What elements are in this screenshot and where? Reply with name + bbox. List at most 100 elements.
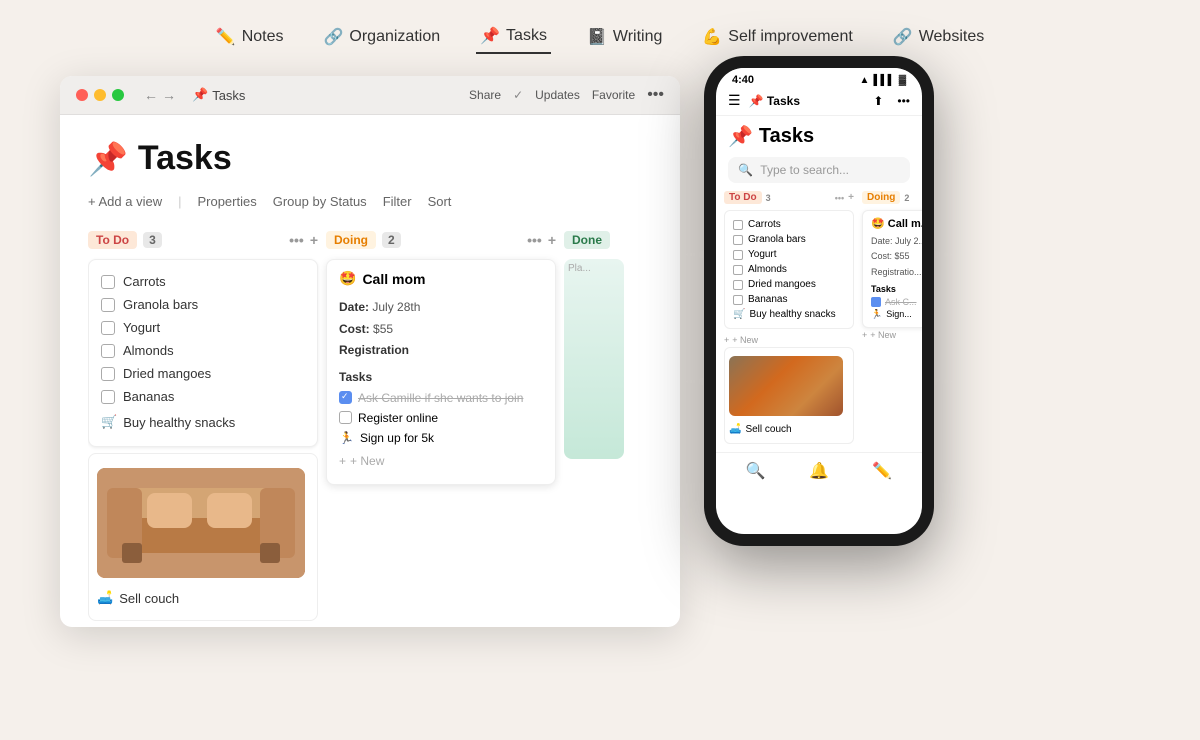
checkbox-carrots[interactable] <box>101 275 115 289</box>
tasks-icon: 📌 <box>480 26 500 46</box>
phone-task-1: Ask C... <box>871 296 922 308</box>
checkbox-bananas[interactable] <box>101 390 115 404</box>
phone-app-title: 📌 Tasks <box>749 94 866 108</box>
desktop-window: ← → 📌 Tasks Share ✓ Updates Favorite •••… <box>60 76 680 627</box>
back-icon[interactable]: ← <box>144 87 158 103</box>
phone-run-emoji: 🏃 <box>871 309 882 320</box>
cost-value: $55 <box>373 322 393 336</box>
task-checkbox-register[interactable] <box>339 411 352 424</box>
phone-cb-dried[interactable] <box>733 280 743 290</box>
checkbox-dried-mangoes[interactable] <box>101 367 115 381</box>
phone-cb-carrots[interactable] <box>733 220 743 230</box>
phone-list-item: Dried mangoes <box>733 277 845 292</box>
todo-text-bananas: Bananas <box>123 389 174 404</box>
phone-search-icon: 🔍 <box>738 163 753 177</box>
phone-cb-almonds[interactable] <box>733 265 743 275</box>
phone-list-item: Bananas <box>733 292 845 307</box>
phone-task-sign: 🏃 Sign... <box>871 308 922 321</box>
list-item: Carrots <box>101 270 305 293</box>
task-checkbox-camille[interactable] <box>339 391 352 404</box>
phone-task-cb-1[interactable] <box>871 297 881 307</box>
phone-statusbar: 4:40 ▲ ▌▌▌ ▓ <box>716 68 922 86</box>
phone-page-title: 📌 Tasks <box>716 116 922 153</box>
phone-tasks-label: Tasks <box>871 284 922 294</box>
phone-bottom-edit-icon[interactable]: ✏️ <box>872 461 892 481</box>
nav-arrows: ← → <box>144 87 176 103</box>
checkbox-almonds[interactable] <box>101 344 115 358</box>
checkbox-yogurt[interactable] <box>101 321 115 335</box>
phone-kanban: To Do 3 ••• + Carrots Granola bars Yogur… <box>716 191 922 448</box>
minimize-button[interactable] <box>94 89 106 101</box>
favorite-button[interactable]: Favorite <box>592 88 635 102</box>
nav-item-tasks[interactable]: 📌 Tasks <box>476 20 551 54</box>
phone-menu-icon[interactable]: ☰ <box>728 92 741 109</box>
filter-button[interactable]: Filter <box>383 194 412 209</box>
todo-col-actions: ••• + <box>289 232 318 248</box>
phone-bottom-search-icon[interactable]: 🔍 <box>746 461 766 481</box>
nav-item-notes[interactable]: ✏️ Notes <box>212 21 288 53</box>
window-titlebar: ← → 📌 Tasks Share ✓ Updates Favorite ••• <box>60 76 680 115</box>
mobile-phone: 4:40 ▲ ▌▌▌ ▓ ☰ 📌 Tasks ⬆ ••• 📌 <box>704 56 934 546</box>
phone-doing-new-btn[interactable]: + + New <box>862 328 922 342</box>
doing-new-button[interactable]: + + New <box>339 448 543 474</box>
todo-column: To Do 3 ••• + Carrots <box>88 231 318 627</box>
nav-label-websites: Websites <box>919 28 985 46</box>
nav-item-websites[interactable]: 🔗 Websites <box>889 21 988 53</box>
phone-todo-add[interactable]: + <box>848 192 854 203</box>
cost-label: Cost: <box>339 322 370 336</box>
checkbox-granola[interactable] <box>101 298 115 312</box>
phone-more-icon[interactable]: ••• <box>897 94 910 108</box>
sort-button[interactable]: Sort <box>428 194 452 209</box>
call-mom-details: Date: July 28th Cost: $55 Registration <box>339 297 543 362</box>
phone-share-icon[interactable]: ⬆ <box>873 94 883 108</box>
call-mom-emoji: 🤩 <box>339 270 356 287</box>
window-actions: Share ✓ Updates Favorite ••• <box>469 86 664 104</box>
nav-item-self-improvement[interactable]: 💪 Self improvement <box>698 21 856 53</box>
phone-sign-up-text: Sign... <box>886 309 912 319</box>
phone-doing-col: Doing 2 🤩 Call m... Date: July 2... Cost… <box>862 191 922 448</box>
sofa-card: 🛋️ Sell couch <box>88 453 318 621</box>
updates-button[interactable]: Updates <box>535 88 580 102</box>
phone-cb-yogurt[interactable] <box>733 250 743 260</box>
add-view-button[interactable]: + Add a view <box>88 194 162 209</box>
phone-search[interactable]: 🔍 Type to search... <box>728 157 910 183</box>
nav-label-organization: Organization <box>349 28 440 46</box>
forward-icon[interactable]: → <box>162 87 176 103</box>
phone-grocery-card: Carrots Granola bars Yogurt Almonds Drie… <box>724 210 854 329</box>
properties-button[interactable]: Properties <box>197 194 256 209</box>
group-by-label: Group by Status <box>273 194 367 209</box>
phone-todo-more[interactable]: ••• <box>835 193 844 203</box>
phone-screen: 4:40 ▲ ▌▌▌ ▓ ☰ 📌 Tasks ⬆ ••• 📌 <box>716 68 922 534</box>
new-button-label: + New <box>350 454 384 468</box>
share-button[interactable]: Share <box>469 88 501 102</box>
doing-count: 2 <box>382 232 401 248</box>
phone-doing-new-label: + New <box>870 330 896 340</box>
todo-text-snacks: Buy healthy snacks <box>123 415 235 430</box>
phone-sofa-image <box>729 356 843 416</box>
nav-item-organization[interactable]: 🔗 Organization <box>319 21 444 53</box>
phone-cb-granola[interactable] <box>733 235 743 245</box>
nav-item-writing[interactable]: 📓 Writing <box>583 21 666 53</box>
todo-text-dried-mangoes: Dried mangoes <box>123 366 211 381</box>
task-text-camille: Ask Camille if she wants to join <box>358 391 523 405</box>
todo-add-icon[interactable]: + <box>310 232 318 248</box>
phone-bottom-bell-icon[interactable]: 🔔 <box>809 461 829 481</box>
maximize-button[interactable] <box>112 89 124 101</box>
more-options-icon[interactable]: ••• <box>647 86 664 104</box>
page-title-text: Tasks <box>138 139 232 178</box>
phone-todo-new-btn[interactable]: + + New <box>724 333 854 347</box>
phone-sell-text: Sell couch <box>745 424 791 435</box>
doing-add-icon[interactable]: + <box>548 232 556 248</box>
phone-cb-bananas[interactable] <box>733 295 743 305</box>
list-item: Dried mangoes <box>101 362 305 385</box>
wifi-icon: ▲ <box>860 75 870 86</box>
tasks-section-title: Tasks <box>339 370 543 384</box>
sofa-emoji: 🛋️ <box>97 590 113 606</box>
todo-more-icon[interactable]: ••• <box>289 232 304 248</box>
doing-more-icon[interactable]: ••• <box>527 232 542 248</box>
phone-snacks-emoji: 🛒 <box>733 309 745 320</box>
close-button[interactable] <box>76 89 88 101</box>
notes-icon: ✏️ <box>216 27 236 47</box>
phone-list-item: Carrots <box>733 217 845 232</box>
phone-todo-header: To Do 3 ••• + <box>724 191 854 204</box>
